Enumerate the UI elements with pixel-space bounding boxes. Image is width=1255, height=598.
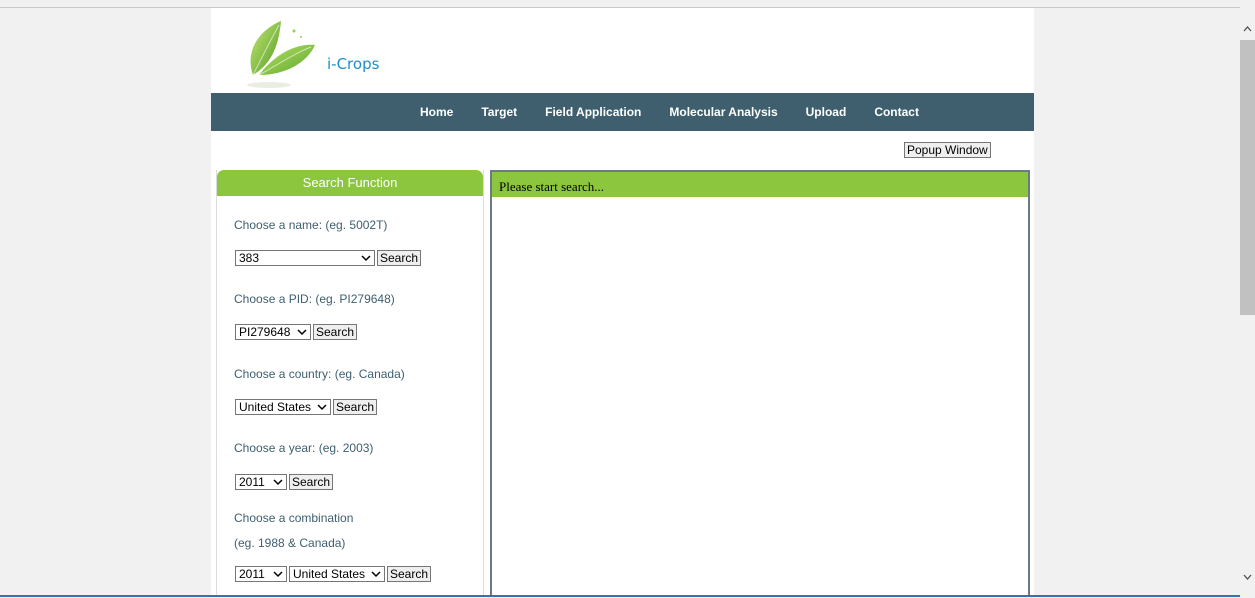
chevron-down-icon bbox=[361, 255, 371, 262]
scroll-up-icon[interactable] bbox=[1240, 22, 1255, 36]
site-header: i-Crops bbox=[211, 8, 1034, 93]
scroll-down-icon[interactable] bbox=[1240, 570, 1255, 584]
nav-molecular-analysis[interactable]: Molecular Analysis bbox=[669, 105, 777, 119]
name-control: 383 Search bbox=[235, 250, 422, 266]
combination-example: (eg. 1988 & Canada) bbox=[234, 536, 346, 550]
combination-year-select[interactable]: 2011 bbox=[235, 566, 287, 582]
name-select[interactable]: 383 bbox=[235, 250, 375, 266]
chevron-down-icon bbox=[297, 329, 307, 336]
scrollbar-thumb[interactable] bbox=[1240, 40, 1255, 315]
logo-text: i-Crops bbox=[327, 55, 380, 73]
country-search-button[interactable]: Search bbox=[333, 399, 378, 415]
nav-home[interactable]: Home bbox=[420, 105, 453, 119]
country-control: United States Search bbox=[235, 399, 378, 415]
bottom-divider bbox=[0, 595, 1240, 597]
combination-country-select[interactable]: United States bbox=[289, 566, 385, 582]
page-container: i-Crops Home Target Field Application Mo… bbox=[211, 8, 1034, 596]
year-search-button[interactable]: Search bbox=[289, 474, 334, 490]
year-select-value: 2011 bbox=[239, 475, 265, 489]
search-sidebar: Search Function Choose a name: (eg. 5002… bbox=[216, 170, 484, 596]
sidebar-title: Search Function bbox=[217, 170, 483, 196]
year-control: 2011 Search bbox=[235, 474, 334, 490]
pid-select-value: PI279648 bbox=[239, 325, 291, 339]
pid-search-button[interactable]: Search bbox=[313, 324, 358, 340]
popup-window-button[interactable]: Popup Window bbox=[904, 142, 991, 158]
pid-select[interactable]: PI279648 bbox=[235, 324, 311, 340]
logo[interactable] bbox=[239, 13, 399, 93]
combination-search-button[interactable]: Search bbox=[387, 566, 432, 582]
combination-control: 2011 United States Search bbox=[235, 566, 432, 582]
year-label: Choose a year: (eg. 2003) bbox=[234, 441, 374, 455]
country-select[interactable]: United States bbox=[235, 399, 331, 415]
combination-label: Choose a combination bbox=[234, 511, 354, 525]
name-select-value: 383 bbox=[239, 251, 260, 265]
chevron-down-icon bbox=[273, 479, 283, 486]
name-search-button[interactable]: Search bbox=[377, 250, 422, 266]
chevron-down-icon bbox=[273, 571, 283, 578]
nav-target[interactable]: Target bbox=[481, 105, 517, 119]
chevron-down-icon bbox=[317, 404, 327, 411]
results-header: Please start search... bbox=[492, 172, 1028, 197]
pid-label: Choose a PID: (eg. PI279648) bbox=[234, 292, 395, 306]
combination-year-value: 2011 bbox=[239, 567, 265, 581]
nav-upload[interactable]: Upload bbox=[806, 105, 847, 119]
results-panel: Please start search... bbox=[490, 170, 1030, 596]
nav-contact[interactable]: Contact bbox=[874, 105, 919, 119]
chevron-down-icon bbox=[371, 571, 381, 578]
pid-control: PI279648 Search bbox=[235, 324, 358, 340]
country-label: Choose a country: (eg. Canada) bbox=[234, 367, 405, 381]
name-label: Choose a name: (eg. 5002T) bbox=[234, 218, 388, 232]
combination-country-value: United States bbox=[293, 567, 366, 581]
leaf-icon bbox=[247, 21, 315, 88]
country-select-value: United States bbox=[239, 400, 312, 414]
nav-field-application[interactable]: Field Application bbox=[545, 105, 641, 119]
main-navbar: Home Target Field Application Molecular … bbox=[211, 93, 1034, 131]
year-select[interactable]: 2011 bbox=[235, 474, 287, 490]
